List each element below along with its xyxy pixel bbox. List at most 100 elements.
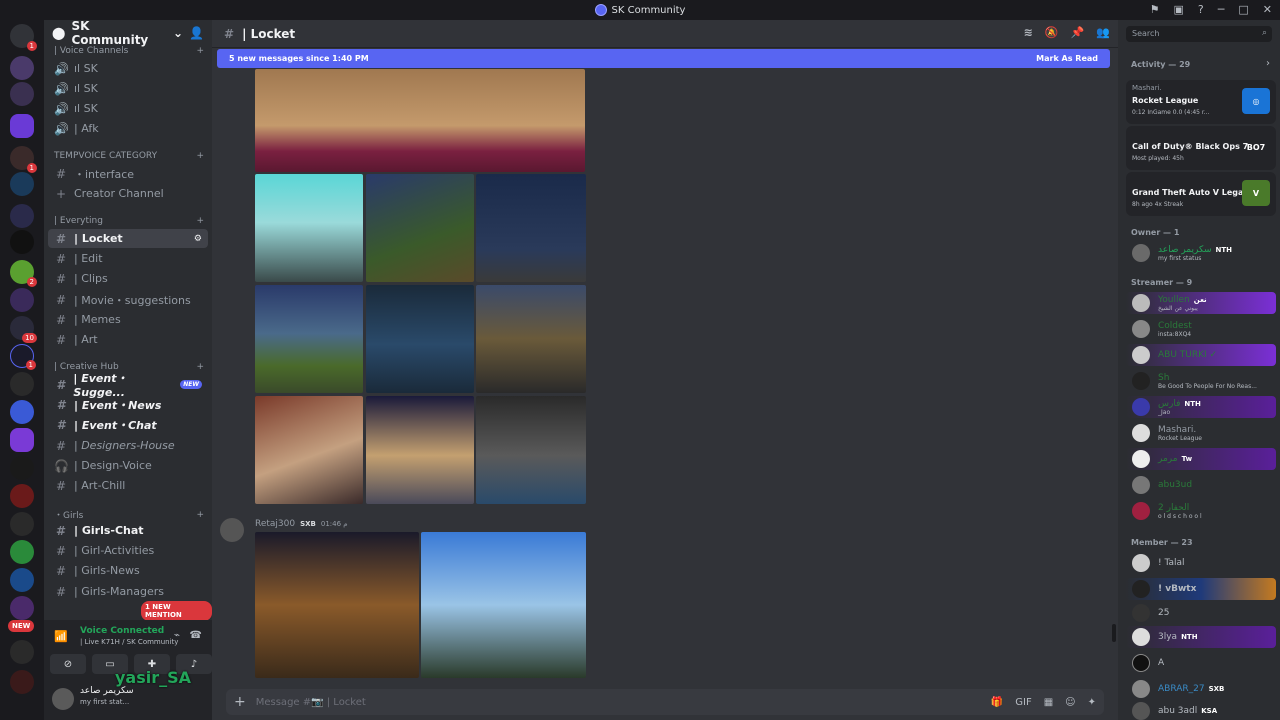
emoji-icon[interactable]: ☺ — [1065, 697, 1075, 708]
server-icon[interactable] — [10, 204, 34, 228]
channel-edit[interactable]: # | Edit — [48, 249, 208, 268]
sticker-icon[interactable]: ▦ — [1044, 697, 1053, 708]
photo-night-bush[interactable] — [255, 285, 363, 393]
channel-memes[interactable]: # | Memes — [48, 310, 208, 329]
channel-clips[interactable]: # | Clips — [48, 269, 208, 288]
channel-voice[interactable]: 🔊 ıl SK — [48, 79, 208, 98]
member[interactable]: ABRAR_27 SXB — [1126, 678, 1276, 700]
channel-locket[interactable]: # | Locket ⚙ — [48, 229, 208, 248]
pin-icon[interactable]: 📌 — [1071, 26, 1085, 39]
photo-car-road[interactable] — [255, 174, 363, 282]
server-icon[interactable] — [10, 596, 34, 620]
photo-palace[interactable] — [366, 396, 474, 504]
channel-voice[interactable]: 🔊 ıl SK — [48, 99, 208, 118]
photo-coffee[interactable] — [255, 396, 363, 504]
channel-creator[interactable]: + Creator Channel — [48, 184, 208, 203]
plus-icon[interactable]: + — [196, 510, 204, 520]
server-icon[interactable]: 1 — [10, 146, 37, 173]
maximize-icon[interactable]: □ — [1238, 3, 1248, 16]
category-everything[interactable]: | Everyting + — [54, 216, 204, 226]
attach-plus-icon[interactable]: + — [234, 694, 246, 710]
help-icon[interactable]: ? — [1198, 3, 1204, 16]
server-icon[interactable] — [10, 172, 34, 196]
server-icon[interactable] — [10, 288, 34, 312]
members-icon[interactable]: 👥 — [1096, 26, 1110, 39]
member[interactable]: 25 — [1126, 602, 1276, 624]
channel-art[interactable]: # | Art — [48, 330, 208, 349]
scrollbar[interactable] — [1112, 624, 1116, 642]
mark-as-read-button[interactable]: Mark As Read — [1036, 54, 1098, 63]
channel-interface[interactable]: # ・interface — [48, 164, 208, 183]
mention-badge[interactable]: 1 NEW MENTION — [141, 601, 212, 621]
disconnect-icon[interactable]: ☎ — [190, 630, 202, 641]
server-icon[interactable]: 10 — [10, 316, 37, 343]
channel-girls-managers[interactable]: # | Girls-Managers — [48, 582, 208, 601]
channel-girls-chat[interactable]: # | Girls-Chat — [48, 521, 208, 540]
photo-sea-chair[interactable] — [366, 285, 474, 393]
server-icon[interactable] — [10, 230, 34, 254]
member-streamer[interactable]: Coldest insta:8XQ4 — [1126, 318, 1276, 340]
gif-icon[interactable]: GIF — [1015, 697, 1031, 708]
apps-icon[interactable]: ✦ — [1088, 697, 1096, 708]
member-streamer[interactable]: ABU TURKI ✓ — [1126, 344, 1276, 366]
plus-icon[interactable]: + — [196, 362, 204, 372]
server-icon[interactable]: 1 — [10, 344, 36, 370]
camera-off-button[interactable]: ⊘ — [50, 654, 86, 674]
server-icon[interactable] — [10, 484, 34, 508]
channel-designers-house[interactable]: # | Designers-House — [48, 436, 208, 455]
server-icon[interactable] — [10, 568, 34, 592]
plus-icon[interactable]: + — [196, 216, 204, 226]
settings-icon[interactable]: ⚙ — [194, 234, 202, 244]
category-tempvoice[interactable]: TEMPVOICE CATEGORY + — [54, 151, 204, 161]
member-streamer[interactable]: abu3ud — [1126, 474, 1276, 496]
server-icon[interactable] — [10, 400, 34, 424]
mute-icon[interactable]: 🔕 — [1045, 26, 1059, 39]
activity-card[interactable]: Grand Theft Auto V Legacy 8h ago 4x Stre… — [1126, 172, 1276, 216]
server-icon[interactable] — [10, 512, 34, 536]
avatar[interactable] — [220, 518, 244, 542]
member[interactable]: A — [1126, 652, 1276, 674]
member[interactable]: abu 3adl KSA — [1126, 702, 1276, 720]
member-streamer[interactable]: Mashari. Rocket League — [1126, 422, 1276, 444]
server-header[interactable]: ⬤ SK Community ⌄ 👤 — [44, 19, 212, 47]
activity-card[interactable]: Call of Duty® Black Ops 7 Most played: 4… — [1126, 126, 1276, 170]
photo-palm-sign[interactable] — [476, 285, 586, 393]
photo-palms-sky[interactable] — [421, 532, 586, 678]
server-icon[interactable] — [10, 670, 34, 694]
message-author[interactable]: Retaj300 — [255, 519, 295, 529]
channel-event-chat[interactable]: # | Event・Chat — [48, 415, 208, 434]
photo-towers[interactable] — [476, 396, 586, 504]
photo-street-night[interactable] — [255, 532, 419, 678]
member-streamer[interactable]: Sh Be Good To People For No Reas... — [1126, 370, 1276, 392]
new-messages-bar[interactable]: 5 new messages since 1:40 PM Mark As Rea… — [217, 49, 1110, 68]
channel-event-suggestions[interactable]: # | Event・Sugge... NEW — [48, 372, 208, 399]
channel-art-chill[interactable]: # | Art-Chill — [48, 476, 208, 495]
channel-girl-activities[interactable]: # | Girl-Activities — [48, 541, 208, 560]
photo-tree-moon[interactable] — [366, 174, 474, 282]
activity-card[interactable]: Mashari. Rocket League 0:12 InGame 0.0 (… — [1126, 80, 1276, 124]
noise-icon[interactable]: ⌁ — [174, 630, 180, 641]
gift-icon[interactable]: 🎁 — [991, 697, 1003, 708]
search-input[interactable]: Search ⌕ — [1126, 26, 1272, 42]
server-icon[interactable] — [10, 56, 34, 80]
server-icon[interactable] — [10, 428, 34, 452]
message-input[interactable]: + Message #📷 | Locket 🎁 GIF ▦ ☺ ✦ — [226, 689, 1104, 715]
inbox-icon[interactable]: ⚑ — [1150, 3, 1160, 16]
member[interactable]: ! vBwtx — [1126, 578, 1276, 600]
server-icon[interactable] — [10, 372, 34, 396]
member-streamer[interactable]: الحفار 2o l d s c h o o l — [1126, 500, 1276, 522]
server-icon[interactable] — [10, 640, 34, 664]
category-girls[interactable]: ・Girls + — [54, 508, 204, 522]
member-owner[interactable]: سكريمر صاعد NTH my first status — [1126, 242, 1276, 264]
minimize-icon[interactable]: ─ — [1218, 3, 1225, 16]
member-streamer[interactable]: مرمر Tw — [1126, 448, 1276, 470]
server-icon[interactable] — [10, 540, 34, 564]
plus-icon[interactable]: + — [196, 151, 204, 161]
close-icon[interactable]: ✕ — [1263, 3, 1272, 16]
add-friend-icon[interactable]: 👤 — [189, 26, 204, 40]
member[interactable]: 3lya NTH — [1126, 626, 1276, 648]
plus-icon[interactable]: + — [196, 46, 204, 56]
channel-voice[interactable]: 🔊 ıl SK — [48, 59, 208, 78]
channel-event-news[interactable]: # | Event・News — [48, 395, 208, 414]
chevron-right-icon[interactable]: › — [1266, 58, 1270, 69]
